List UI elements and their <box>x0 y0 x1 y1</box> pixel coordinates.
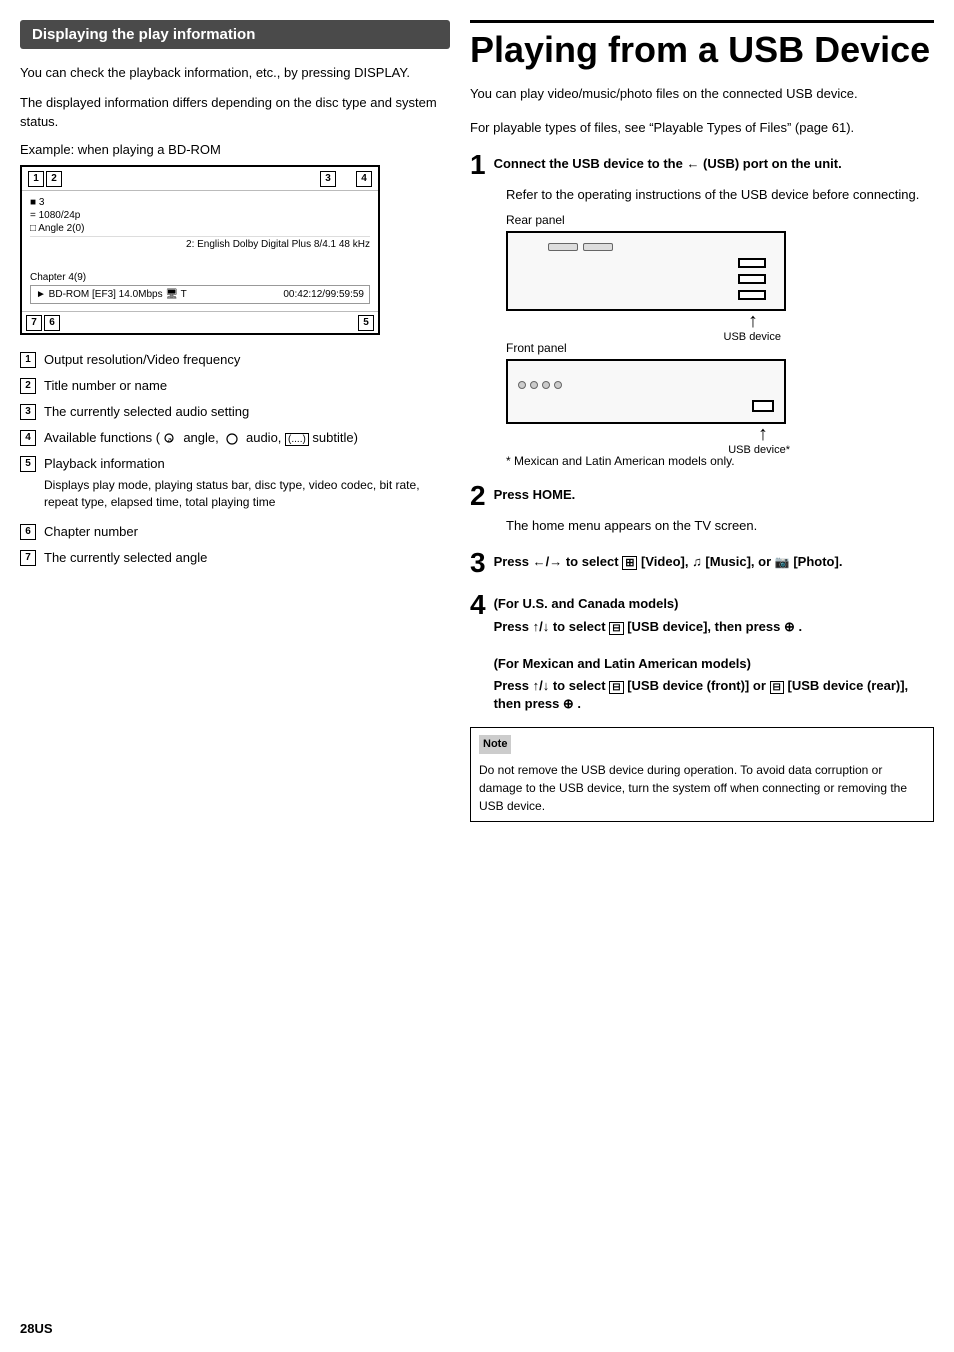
front-usb-arrow: ↑ <box>758 423 768 446</box>
step-1-body: Refer to the operating instructions of t… <box>506 185 934 205</box>
front-usb-device-label: USB device* <box>728 444 790 456</box>
step-4-title-us-label: (For U.S. and Canada models) <box>494 591 934 613</box>
step-4-title-mx: Press ↑/↓ to select ⊟ [USB device (front… <box>494 673 934 713</box>
rear-usb-connectors <box>738 258 766 300</box>
rear-panel-diagram <box>506 231 786 311</box>
list-item-5: 5 Playback information Displays play mod… <box>20 455 450 515</box>
step-4-title-mx-label: (For Mexican and Latin American models) <box>494 651 934 673</box>
step-3-title: Press ←/→ to select ⊞ [Video], ♫ [Music]… <box>494 549 843 571</box>
item-5-subtext: Displays play mode, playing status bar, … <box>44 477 450 511</box>
list-item-6: 6 Chapter number <box>20 523 450 541</box>
rear-usb-arrow: ↑ <box>748 310 758 333</box>
rear-panel-label: Rear panel <box>506 213 934 227</box>
step-2-body: The home menu appears on the TV screen. <box>506 516 934 536</box>
item-4-text: Available functions ( a angle, audio, (.… <box>44 429 450 447</box>
rear-usb-device-label: USB device <box>724 331 781 343</box>
item-3-text: The currently selected audio setting <box>44 403 450 421</box>
bd-chapter-line: Chapter 4(9) <box>30 272 370 283</box>
diagram-num-2: 2 <box>46 171 62 187</box>
diagram-num-4: 4 <box>356 171 372 187</box>
item-6-text: Chapter number <box>44 523 450 541</box>
note-title: Note <box>479 735 511 754</box>
diagram-num-3: 3 <box>320 171 336 187</box>
step-4: 4 (For U.S. and Canada models) Press ↑/↓… <box>470 591 934 713</box>
list-item-3: 3 The currently selected audio setting <box>20 403 450 421</box>
step-3-number: 3 <box>470 549 486 577</box>
diagram-num-5: 5 <box>358 315 374 331</box>
diagram-num-1: 1 <box>28 171 44 187</box>
bd-line-title: ■ 3 <box>30 197 370 208</box>
bd-display-diagram: 1 2 3 4 ■ 3 = 1080/24p □ Angle 2(0) 2: E… <box>20 165 380 335</box>
front-buttons <box>518 381 562 389</box>
rear-top-connectors <box>548 243 613 251</box>
list-item-4: 4 Available functions ( a angle, audio, … <box>20 429 450 447</box>
list-item-2: 2 Title number or name <box>20 377 450 395</box>
bd-line-res: = 1080/24p <box>30 210 370 221</box>
step-2: 2 Press HOME. The home menu appears on t… <box>470 482 934 536</box>
note-box: Note Do not remove the USB device during… <box>470 727 934 822</box>
note-text-1: Do not remove the USB device during oper… <box>479 761 925 815</box>
diagram-num-7: 7 <box>26 315 42 331</box>
step-2-title: Press HOME. <box>494 482 576 504</box>
page-number: 28US <box>20 1321 53 1336</box>
list-item-7: 7 The currently selected angle <box>20 549 450 567</box>
diagram-num-6: 6 <box>44 315 60 331</box>
bd-inner-content: ■ 3 = 1080/24p □ Angle 2(0) 2: English D… <box>22 191 378 311</box>
step-1-number: 1 <box>470 151 486 179</box>
angle-icon: a <box>164 432 180 446</box>
left-column: Displaying the play information You can … <box>20 20 450 1332</box>
right-intro-1: You can play video/music/photo files on … <box>470 84 934 104</box>
asterisk-note: * Mexican and Latin American models only… <box>506 454 934 468</box>
item-2-text: Title number or name <box>44 377 450 395</box>
bd-audio-line: 2: English Dolby Digital Plus 8/4.1 48 k… <box>30 236 370 250</box>
bd-time: 00:42:12/99:59:59 <box>283 289 364 300</box>
bd-play-info: ► BD-ROM [EF3] 14.0Mbps 🖥 T <box>36 289 187 300</box>
right-intro-2: For playable types of files, see “Playab… <box>470 118 934 138</box>
front-panel-label: Front panel <box>506 341 934 355</box>
example-label: Example: when playing a BD-ROM <box>20 142 450 157</box>
intro-paragraph-2: The displayed information differs depend… <box>20 93 450 132</box>
section-title: Displaying the play information <box>20 20 450 49</box>
item-1-text: Output resolution/Video frequency <box>44 351 450 369</box>
items-list: 1 Output resolution/Video frequency 2 Ti… <box>20 351 450 568</box>
step-1-title: Connect the USB device to the ← (USB) po… <box>494 151 842 173</box>
right-column: Playing from a USB Device You can play v… <box>470 20 934 1332</box>
item-7-text: The currently selected angle <box>44 549 450 567</box>
step-4-number: 4 <box>470 591 486 619</box>
front-panel-diagram <box>506 359 786 424</box>
step-3: 3 Press ←/→ to select ⊞ [Video], ♫ [Musi… <box>470 549 934 577</box>
item-5-text: Playback information <box>44 455 165 473</box>
bd-line-angle: □ Angle 2(0) <box>30 223 370 234</box>
intro-paragraph-1: You can check the playback information, … <box>20 63 450 83</box>
step-4-title-us: Press ↑/↓ to select ⊟ [USB device], then… <box>494 614 934 636</box>
svg-text:a: a <box>168 437 172 444</box>
front-usb-port <box>752 400 774 412</box>
audio-icon <box>222 432 242 446</box>
step-1: 1 Connect the USB device to the ← (USB) … <box>470 151 934 468</box>
right-title: Playing from a USB Device <box>470 20 934 70</box>
list-item-1: 1 Output resolution/Video frequency <box>20 351 450 369</box>
bd-playback-bar: ► BD-ROM [EF3] 14.0Mbps 🖥 T 00:42:12/99:… <box>30 285 370 304</box>
step-2-number: 2 <box>470 482 486 510</box>
